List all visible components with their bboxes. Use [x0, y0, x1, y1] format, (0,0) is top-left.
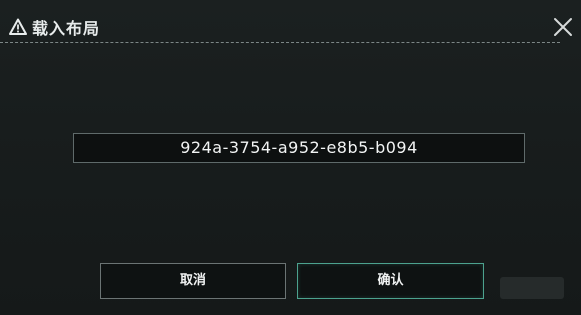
background-blur-patch	[500, 277, 564, 299]
dialog-titlebar: 载入布局	[0, 0, 581, 44]
cancel-button[interactable]: 取消	[100, 263, 286, 299]
close-icon[interactable]	[552, 16, 574, 38]
warning-triangle-icon	[9, 18, 27, 35]
load-layout-dialog: 载入布局 924a-3754-a952-e8b5-b094 取消 确认	[0, 0, 581, 315]
layout-id-field[interactable]: 924a-3754-a952-e8b5-b094	[73, 133, 525, 163]
title-divider	[0, 42, 560, 43]
dialog-title: 载入布局	[32, 19, 101, 38]
confirm-button[interactable]: 确认	[297, 263, 484, 299]
